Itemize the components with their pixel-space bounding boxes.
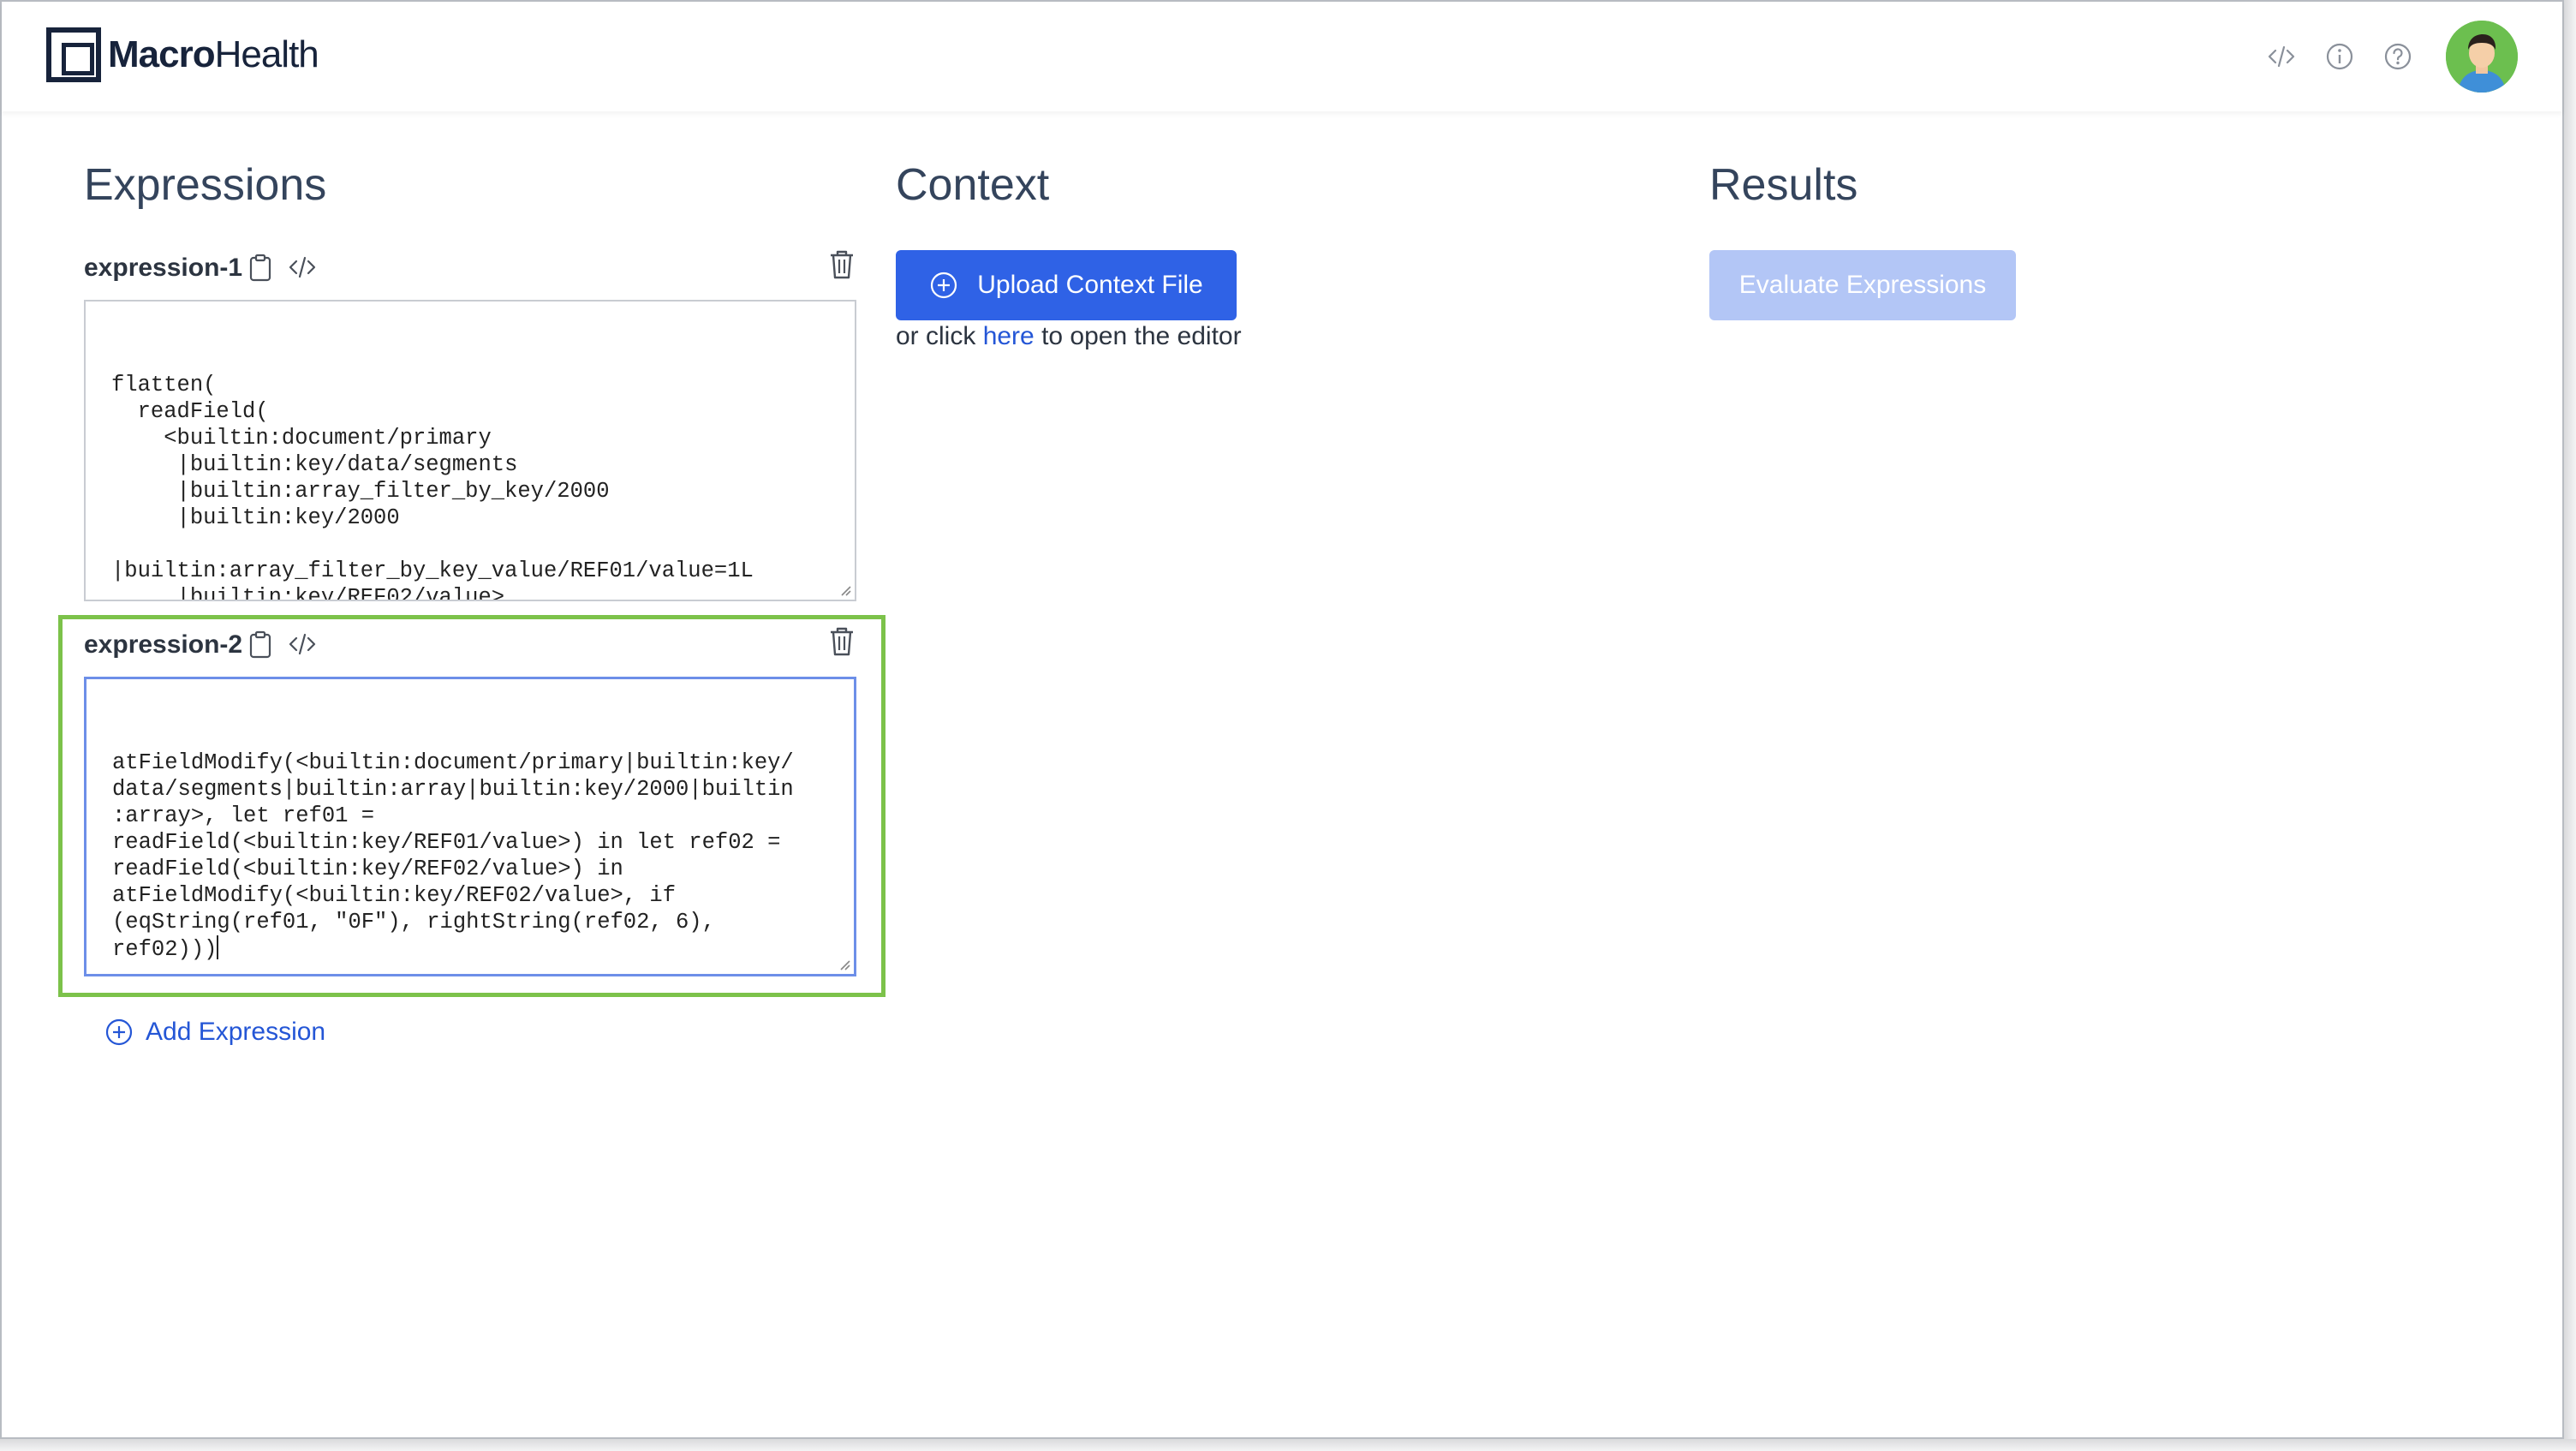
add-expression-label: Add Expression	[146, 1018, 326, 1046]
code-view-icon[interactable]	[288, 254, 316, 281]
clipboard-icon[interactable]	[247, 630, 274, 659]
plus-circle-icon	[931, 272, 957, 299]
expression-1-label: expression-1	[84, 254, 243, 282]
clipboard-icon[interactable]	[247, 254, 274, 282]
resize-handle-icon[interactable]	[838, 582, 851, 596]
resize-handle-icon[interactable]	[837, 957, 850, 970]
upload-context-file-button[interactable]: Upload Context File	[896, 250, 1237, 320]
text-caret	[217, 935, 219, 959]
open-editor-link[interactable]: here	[983, 322, 1035, 350]
delete-expression-2-icon[interactable]	[827, 625, 856, 658]
code-view-icon[interactable]	[288, 630, 316, 658]
upload-context-file-label: Upload Context File	[977, 271, 1203, 299]
window-shadow-right	[2564, 0, 2576, 1451]
window-shadow-bottom	[0, 1439, 2576, 1451]
expression-2-code-wrap: atFieldModify(<builtin:document/primary|…	[112, 749, 828, 963]
open-editor-hint: or click here to open the editor	[896, 322, 1242, 351]
user-avatar[interactable]	[2446, 21, 2518, 93]
evaluate-expressions-label: Evaluate Expressions	[1738, 271, 1987, 299]
top-header: MacroHealth	[2, 2, 2562, 111]
evaluate-expressions-button[interactable]: Evaluate Expressions	[1709, 250, 2016, 320]
expression-1-editor[interactable]: flatten( readField( <builtin:document/pr…	[84, 300, 856, 601]
brand-name: MacroHealth	[108, 33, 319, 75]
hint-prefix: or click	[896, 322, 983, 350]
logo-mark-icon	[46, 27, 101, 82]
expression-2-code: atFieldModify(<builtin:document/primary|…	[112, 750, 794, 962]
hint-suffix: to open the editor	[1034, 322, 1242, 350]
delete-expression-1-icon[interactable]	[827, 248, 856, 281]
expression-2-label: expression-2	[84, 630, 243, 659]
expression-1-code: flatten( readField( <builtin:document/pr…	[111, 373, 754, 601]
expression-2-editor[interactable]: atFieldModify(<builtin:document/primary|…	[84, 677, 856, 976]
context-title: Context	[896, 160, 1050, 210]
results-title: Results	[1709, 160, 1858, 210]
help-icon[interactable]	[2381, 39, 2415, 74]
plus-circle-icon	[105, 1018, 133, 1046]
info-icon[interactable]	[2323, 39, 2357, 74]
brand-logo[interactable]: MacroHealth	[46, 27, 319, 82]
add-expression-button[interactable]: Add Expression	[104, 1018, 325, 1047]
header-actions	[2240, 21, 2518, 93]
expressions-title: Expressions	[84, 160, 327, 210]
code-icon[interactable]	[2264, 39, 2299, 74]
